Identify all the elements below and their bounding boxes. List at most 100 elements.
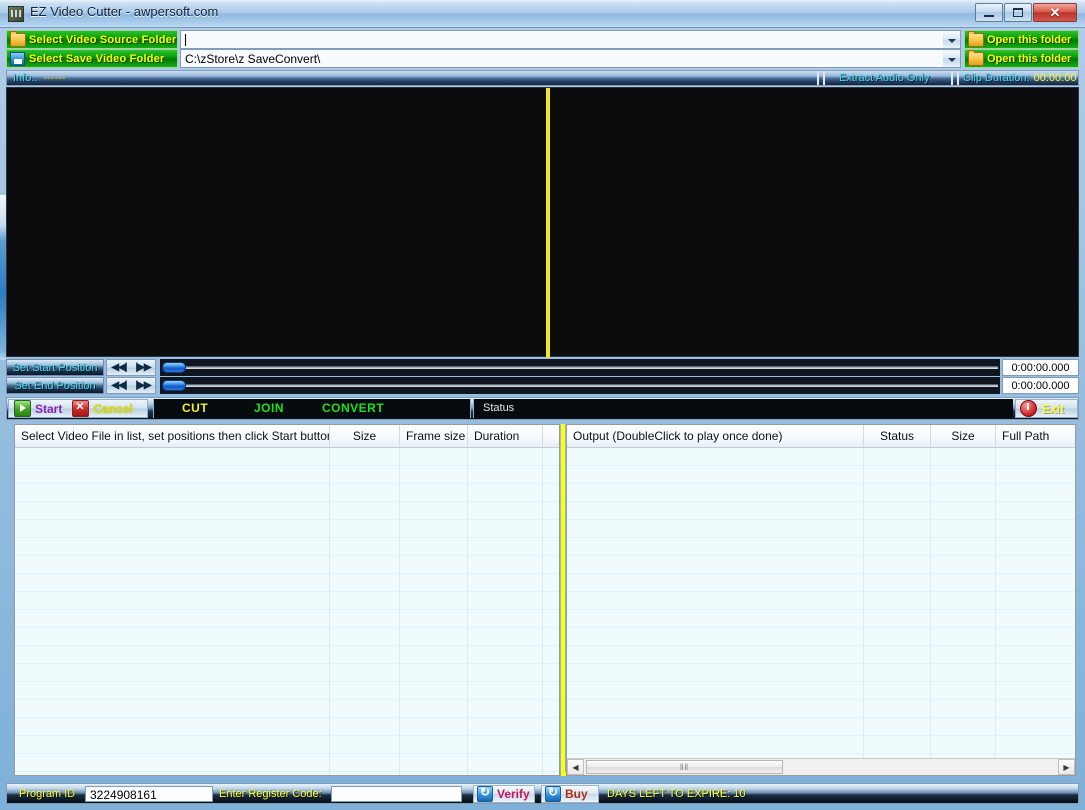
maximize-button[interactable]: [1004, 3, 1032, 22]
output-list-grid[interactable]: [567, 448, 1075, 758]
start-position-row: Set Start Position ◀◀| |▶▶ 0:00:00.000: [6, 359, 1079, 376]
source-file-list[interactable]: Select Video File in list, set positions…: [14, 424, 560, 776]
scroll-thumb[interactable]: ‖‖: [586, 760, 783, 774]
verify-button[interactable]: Verify: [473, 785, 535, 803]
select-video-source-folder-button[interactable]: Select Video Source Folder: [6, 30, 178, 49]
power-icon: [1020, 400, 1037, 417]
program-id-value: 3224908161: [85, 786, 213, 802]
open-source-folder-button[interactable]: Open this folder: [964, 30, 1079, 49]
output-horizontal-scrollbar[interactable]: ◀ ‖‖ ▶: [567, 758, 1075, 775]
header-cell-full-path[interactable]: Full Path: [996, 425, 1075, 447]
select-save-video-folder-button[interactable]: Select Save Video Folder: [6, 49, 178, 68]
header-cell-status[interactable]: Status: [864, 425, 931, 447]
header-cell-frame-size[interactable]: Frame size: [400, 425, 468, 447]
set-start-position-label: Set Start Position: [13, 362, 98, 374]
header-cell-size[interactable]: Size: [330, 425, 400, 447]
open-save-folder-button[interactable]: Open this folder: [964, 49, 1079, 68]
save-folder-row: Select Save Video Folder C:\zStore\z Sav…: [6, 49, 1079, 68]
header-cell-output[interactable]: Output (DoubleClick to play once done): [567, 425, 864, 447]
cart-icon: [545, 786, 561, 802]
start-prev-frame-icon[interactable]: ◀◀|: [111, 362, 126, 373]
header-cell-files[interactable]: Select Video File in list, set positions…: [15, 425, 330, 447]
refresh-icon: [477, 786, 493, 802]
source-list-header: Select Video File in list, set positions…: [15, 425, 559, 448]
cancel-button[interactable]: Cancel: [72, 400, 132, 417]
close-button[interactable]: ✕: [1033, 3, 1077, 22]
info-dashes: ------: [43, 72, 65, 84]
mode-join[interactable]: JOIN: [254, 401, 284, 415]
exit-label: Exit: [1042, 402, 1064, 416]
select-source-label: Select Video Source Folder: [29, 34, 176, 46]
register-code-input[interactable]: [331, 786, 462, 802]
end-slider-track[interactable]: [174, 384, 998, 387]
start-slider-thumb[interactable]: [162, 362, 186, 373]
save-path-value: C:\zStore\z SaveConvert\: [185, 52, 320, 66]
clip-duration-label: Clip Duration:: [963, 72, 1030, 84]
start-time-value: 0:00:00.000: [1002, 359, 1079, 376]
start-slider[interactable]: [160, 359, 1000, 376]
set-end-position-button[interactable]: Set End Position: [6, 377, 104, 394]
mode-cut[interactable]: CUT: [182, 401, 208, 415]
end-nav-buttons[interactable]: ◀◀| |▶▶: [106, 377, 156, 394]
folder-icon: [10, 33, 26, 47]
start-cancel-group: Start Cancel: [8, 399, 148, 418]
program-id-label: Program ID: [19, 788, 75, 800]
play-icon: [14, 400, 31, 417]
folder-icon: [968, 33, 984, 47]
minimize-button[interactable]: [975, 3, 1003, 22]
save-path-input[interactable]: C:\zStore\z SaveConvert\: [180, 49, 952, 68]
exit-button[interactable]: Exit: [1015, 399, 1078, 418]
scroll-left-arrow[interactable]: ◀: [567, 759, 584, 775]
action-bar: Start Cancel CUT JOIN CONVERT Status Exi…: [6, 397, 1079, 420]
output-file-list[interactable]: Output (DoubleClick to play once done) S…: [566, 424, 1076, 776]
header-cell-duration[interactable]: Duration: [468, 425, 543, 447]
mode-group: CUT JOIN CONVERT: [153, 399, 471, 418]
extract-audio-only-label[interactable]: Extract Audio Only: [839, 72, 930, 84]
select-save-label: Select Save Video Folder: [29, 53, 164, 65]
scroll-right-arrow[interactable]: ▶: [1058, 759, 1075, 775]
set-end-position-label: Set End Position: [14, 380, 95, 392]
folder-icon: [968, 52, 984, 66]
end-slider[interactable]: [160, 377, 1000, 394]
end-position-row: Set End Position ◀◀| |▶▶ 0:00:00.000: [6, 377, 1079, 394]
start-slider-track[interactable]: [174, 366, 998, 369]
mode-convert[interactable]: CONVERT: [322, 401, 384, 415]
save-path-dropdown-arrow[interactable]: [943, 49, 961, 68]
header-cell-spacer: [543, 425, 560, 447]
status-panel: Status: [473, 399, 1013, 418]
title-bar: EZ Video Cutter - awpersoft.com ✕: [0, 0, 1085, 28]
open-save-label: Open this folder: [987, 53, 1071, 65]
end-prev-frame-icon[interactable]: ◀◀|: [111, 380, 126, 391]
header-cell-out-size[interactable]: Size: [931, 425, 996, 447]
bottom-bar: Program ID 3224908161 Enter Register Cod…: [6, 783, 1079, 804]
source-path-input[interactable]: [180, 30, 952, 49]
open-source-label: Open this folder: [987, 34, 1071, 46]
status-label: Status: [483, 402, 514, 414]
start-nav-buttons[interactable]: ◀◀| |▶▶: [106, 359, 156, 376]
verify-label: Verify: [497, 787, 530, 801]
start-button[interactable]: Start: [14, 400, 62, 417]
info-bar: Info.. ------ Extract Audio Only Clip Du…: [6, 70, 1079, 86]
start-label: Start: [35, 402, 62, 416]
window-title: EZ Video Cutter - awpersoft.com: [30, 4, 218, 19]
app-icon: [8, 6, 24, 22]
playhead-marker: [546, 88, 550, 358]
days-left-label: DAYS LEFT TO EXPIRE: 10: [607, 788, 746, 800]
end-time-value: 0:00:00.000: [1002, 377, 1079, 394]
source-folder-row: Select Video Source Folder Open this fol…: [6, 30, 1079, 49]
start-next-frame-icon[interactable]: |▶▶: [135, 362, 150, 373]
end-slider-thumb[interactable]: [162, 380, 186, 391]
clip-duration-value: 00:00:00: [1034, 72, 1077, 84]
source-list-grid[interactable]: [15, 448, 559, 775]
source-path-dropdown-arrow[interactable]: [943, 30, 961, 49]
buy-label: Buy: [565, 787, 588, 801]
output-list-header: Output (DoubleClick to play once done) S…: [567, 425, 1075, 448]
close-icon: ✕: [1034, 4, 1076, 21]
video-preview-area[interactable]: [6, 87, 1079, 357]
panel-separator: [561, 424, 565, 776]
cancel-icon: [72, 400, 89, 417]
buy-button[interactable]: Buy: [541, 785, 599, 803]
end-next-frame-icon[interactable]: |▶▶: [135, 380, 150, 391]
set-start-position-button[interactable]: Set Start Position: [6, 359, 104, 376]
info-label: Info..: [13, 72, 37, 84]
